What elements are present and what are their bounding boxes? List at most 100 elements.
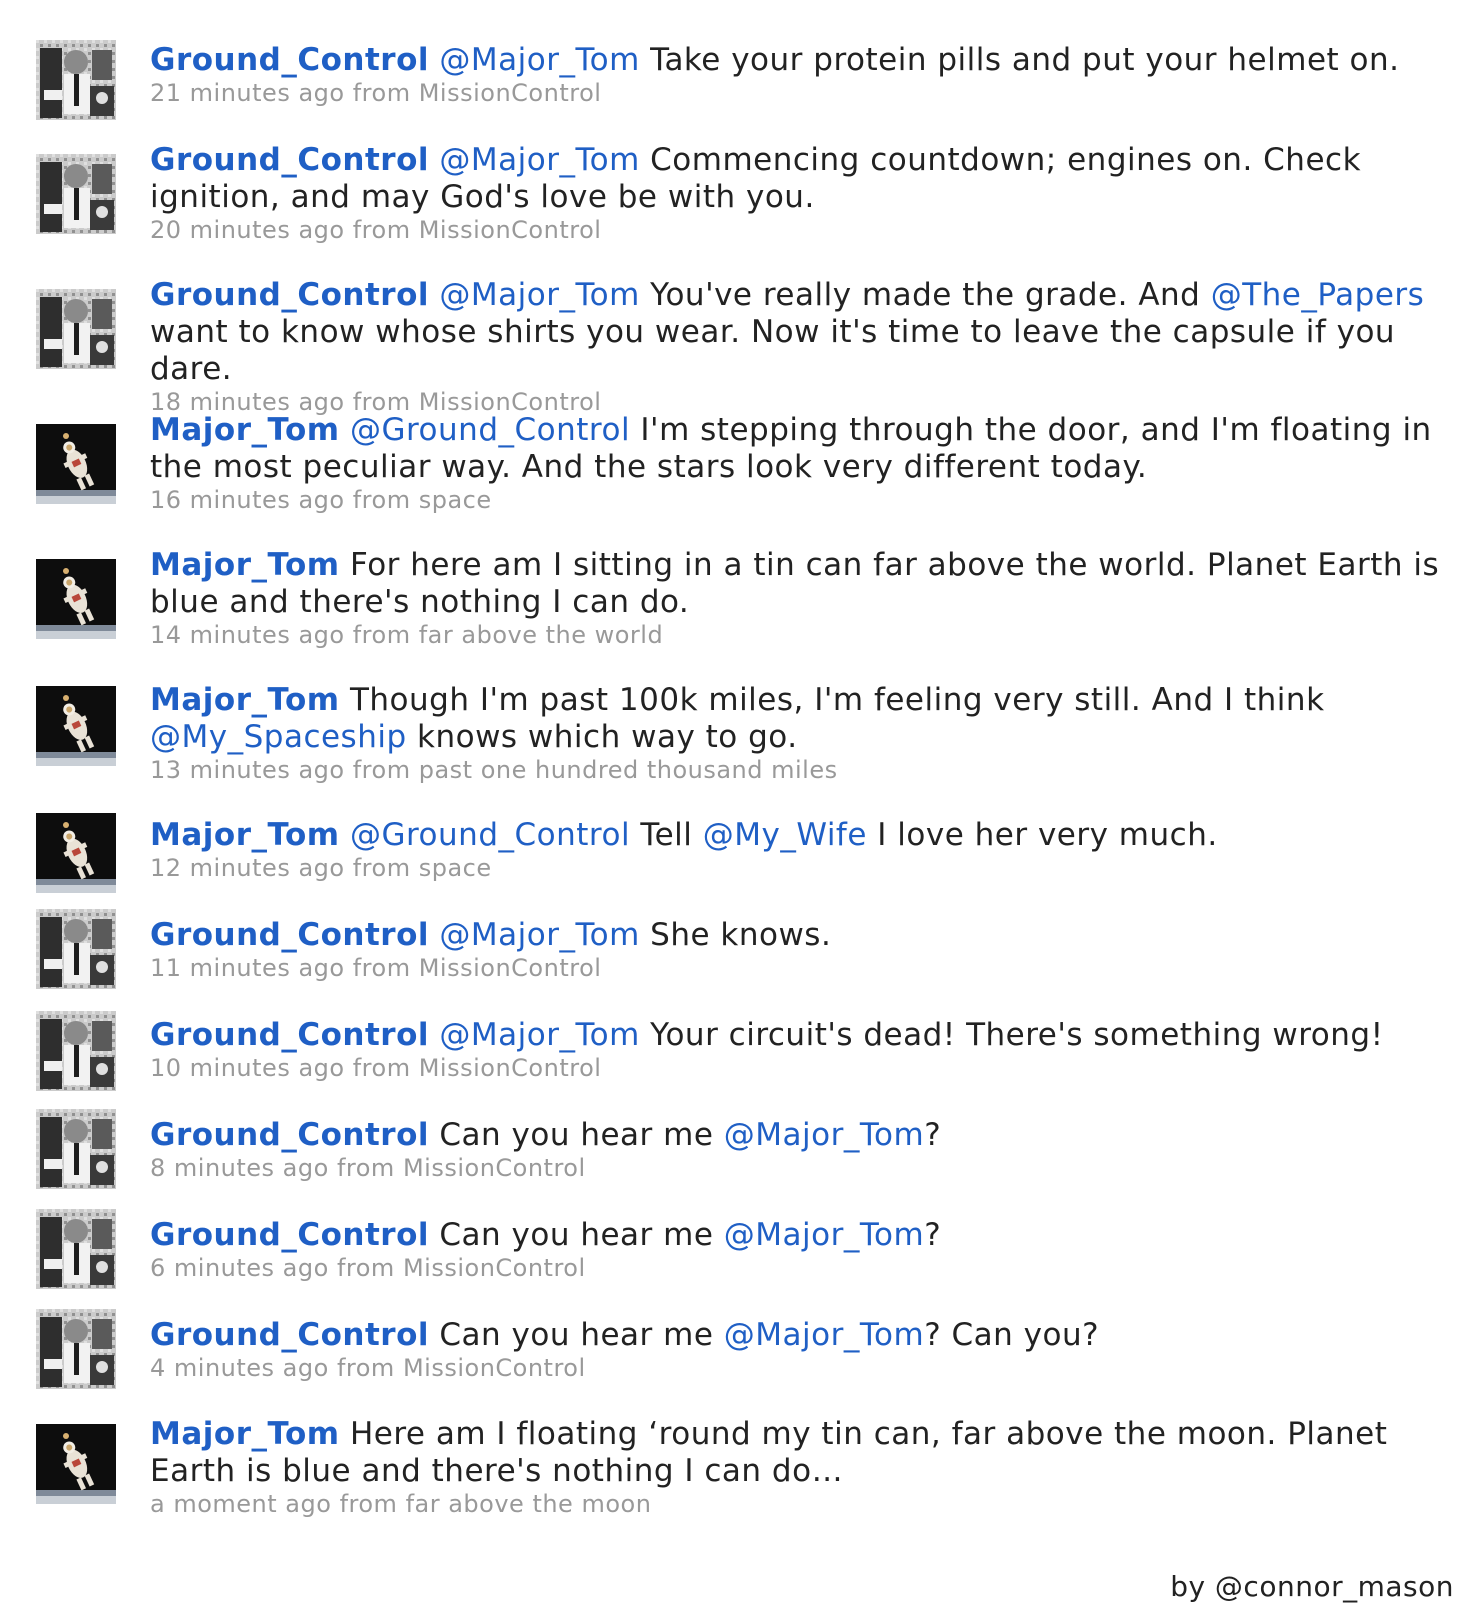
from-label: from — [352, 954, 411, 982]
tweet-source: space — [418, 854, 492, 882]
tweet-body: Major_Tom @Ground_Control Tell @My_Wife … — [150, 817, 1450, 882]
from-label: from — [352, 756, 411, 784]
tweet-source: past one hundred thousand miles — [418, 756, 838, 784]
tweet-source: MissionControl — [418, 79, 602, 107]
tweet-text: Ground_Control @Major_Tom Your circuit's… — [150, 1017, 1450, 1054]
ground-control-avatar[interactable] — [36, 1309, 116, 1389]
tweet-timestamp[interactable]: 14 minutes ago — [150, 621, 345, 649]
major-tom-avatar[interactable] — [36, 424, 116, 504]
from-label: from — [352, 216, 411, 244]
tweet-text-segment: knows which way to go. — [406, 719, 798, 755]
tweet-text-segment: Tell — [630, 817, 703, 853]
tweet-text-segment: She knows. — [639, 917, 832, 953]
tweet-author-link[interactable]: Major_Tom — [150, 817, 340, 853]
tweet-author-link[interactable]: Ground_Control — [150, 1017, 429, 1053]
tweet-timestamp[interactable]: a moment ago — [150, 1490, 331, 1518]
tweet-timestamp[interactable]: 16 minutes ago — [150, 486, 345, 514]
major-tom-avatar[interactable] — [36, 1424, 116, 1504]
tweet-source: MissionControl — [418, 954, 602, 982]
tweet-author-link[interactable]: Ground_Control — [150, 1317, 429, 1353]
ground-control-avatar[interactable] — [36, 289, 116, 369]
tweet-body: Ground_Control @Major_Tom Take your prot… — [150, 42, 1450, 107]
mention-link[interactable]: @Major_Tom — [439, 1017, 639, 1053]
credit-label: by @connor_mason — [1170, 1570, 1454, 1603]
tweet-meta: 14 minutes ago from far above the world — [150, 621, 1450, 649]
tweet-timestamp[interactable]: 20 minutes ago — [150, 216, 345, 244]
major-tom-avatar[interactable] — [36, 813, 116, 893]
tweet-timestamp[interactable]: 6 minutes ago — [150, 1254, 329, 1282]
tweet-text-segment: Can you hear me — [439, 1117, 724, 1153]
tweet-timestamp[interactable]: 10 minutes ago — [150, 1054, 345, 1082]
tweet-timestamp[interactable]: 21 minutes ago — [150, 79, 345, 107]
mention-link[interactable]: @Major_Tom — [439, 142, 639, 178]
tweet-source: space — [418, 486, 492, 514]
tweet-author-link[interactable]: Ground_Control — [150, 1217, 429, 1253]
tweet-text: Major_Tom For here am I sitting in a tin… — [150, 547, 1450, 621]
tweet-author-link[interactable]: Ground_Control — [150, 917, 429, 953]
mention-link[interactable]: @My_Spaceship — [150, 719, 407, 755]
ground-control-avatar[interactable] — [36, 154, 116, 234]
tweet-text-segment: ? — [924, 1117, 942, 1153]
tweet-text: Major_Tom Here am I floating ‘round my t… — [150, 1416, 1450, 1490]
tweet-meta: 12 minutes ago from space — [150, 854, 1450, 882]
ground-control-avatar[interactable] — [36, 1011, 116, 1091]
tweet-timestamp[interactable]: 4 minutes ago — [150, 1354, 329, 1382]
from-label: from — [336, 1354, 395, 1382]
tweet-timestamp[interactable]: 8 minutes ago — [150, 1154, 329, 1182]
tweet-text-segment: Can you hear me — [439, 1317, 724, 1353]
tweet-text-segment: I'm stepping through the door, and I'm f… — [150, 412, 1432, 485]
major-tom-avatar[interactable] — [36, 559, 116, 639]
ground-control-avatar[interactable] — [36, 1209, 116, 1289]
mention-link[interactable]: @Major_Tom — [724, 1217, 924, 1253]
tweet-body: Ground_Control Can you hear me @Major_To… — [150, 1117, 1450, 1182]
tweet-meta: 20 minutes ago from MissionControl — [150, 216, 1450, 244]
tweet-source: MissionControl — [402, 1354, 586, 1382]
tweet-author-link[interactable]: Ground_Control — [150, 142, 429, 178]
from-label: from — [352, 486, 411, 514]
from-label: from — [352, 1054, 411, 1082]
tweet-body: Ground_Control @Major_Tom She knows. 11 m… — [150, 917, 1450, 982]
ground-control-avatar[interactable] — [36, 1109, 116, 1189]
tweet-text: Ground_Control Can you hear me @Major_To… — [150, 1117, 1450, 1154]
tweet-body: Ground_Control @Major_Tom Your circuit's… — [150, 1017, 1450, 1082]
tweet-source: MissionControl — [418, 216, 602, 244]
tweet-text-segment: Though I'm past 100k miles, I'm feeling … — [349, 682, 1325, 718]
tweet-author-link[interactable]: Major_Tom — [150, 1416, 340, 1452]
ground-control-avatar[interactable] — [36, 40, 116, 120]
tweet-author-link[interactable]: Ground_Control — [150, 1117, 429, 1153]
tweet-text-segment: Can you hear me — [439, 1217, 724, 1253]
tweet-text-segment: For here am I sitting in a tin can far a… — [150, 547, 1440, 620]
mention-link[interactable]: @The_Papers — [1211, 277, 1425, 313]
tweet-text: Ground_Control @Major_Tom Commencing cou… — [150, 142, 1450, 216]
tweet-text-segment: You've really made the grade. And — [639, 277, 1211, 313]
tweet-meta: 8 minutes ago from MissionControl — [150, 1154, 1450, 1182]
tweet-timestamp[interactable]: 12 minutes ago — [150, 854, 345, 882]
tweet-author-link[interactable]: Major_Tom — [150, 682, 340, 718]
tweet-text: Major_Tom @Ground_Control I'm stepping t… — [150, 412, 1450, 486]
tweet-author-link[interactable]: Ground_Control — [150, 277, 429, 313]
tweet-meta: 11 minutes ago from MissionControl — [150, 954, 1450, 982]
mention-link[interactable]: @Ground_Control — [350, 412, 630, 448]
tweet-text: Ground_Control @Major_Tom She knows. — [150, 917, 1450, 954]
tweet-timestamp[interactable]: 13 minutes ago — [150, 756, 345, 784]
ground-control-avatar[interactable] — [36, 909, 116, 989]
tweet-author-link[interactable]: Ground_Control — [150, 42, 429, 78]
mention-link[interactable]: @Major_Tom — [724, 1117, 924, 1153]
mention-link[interactable]: @My_Wife — [703, 817, 867, 853]
tweet-text-segment: ? — [924, 1217, 942, 1253]
tweet-source: far above the world — [418, 621, 664, 649]
mention-link[interactable]: @Ground_Control — [350, 817, 630, 853]
mention-link[interactable]: @Major_Tom — [439, 277, 639, 313]
tweet-author-link[interactable]: Major_Tom — [150, 547, 340, 583]
tweet-author-link[interactable]: Major_Tom — [150, 412, 340, 448]
from-label: from — [352, 79, 411, 107]
mention-link[interactable]: @Major_Tom — [439, 42, 639, 78]
mention-link[interactable]: @Major_Tom — [724, 1317, 924, 1353]
tweet-body: Major_Tom Though I'm past 100k miles, I'… — [150, 682, 1450, 784]
major-tom-avatar[interactable] — [36, 686, 116, 766]
mention-link[interactable]: @Major_Tom — [439, 917, 639, 953]
tweet-body: Ground_Control Can you hear me @Major_To… — [150, 1317, 1450, 1382]
from-label: from — [336, 1254, 395, 1282]
tweet-timestamp[interactable]: 11 minutes ago — [150, 954, 345, 982]
tweet-text-segment: want to know whose shirts you wear. Now … — [150, 314, 1396, 387]
